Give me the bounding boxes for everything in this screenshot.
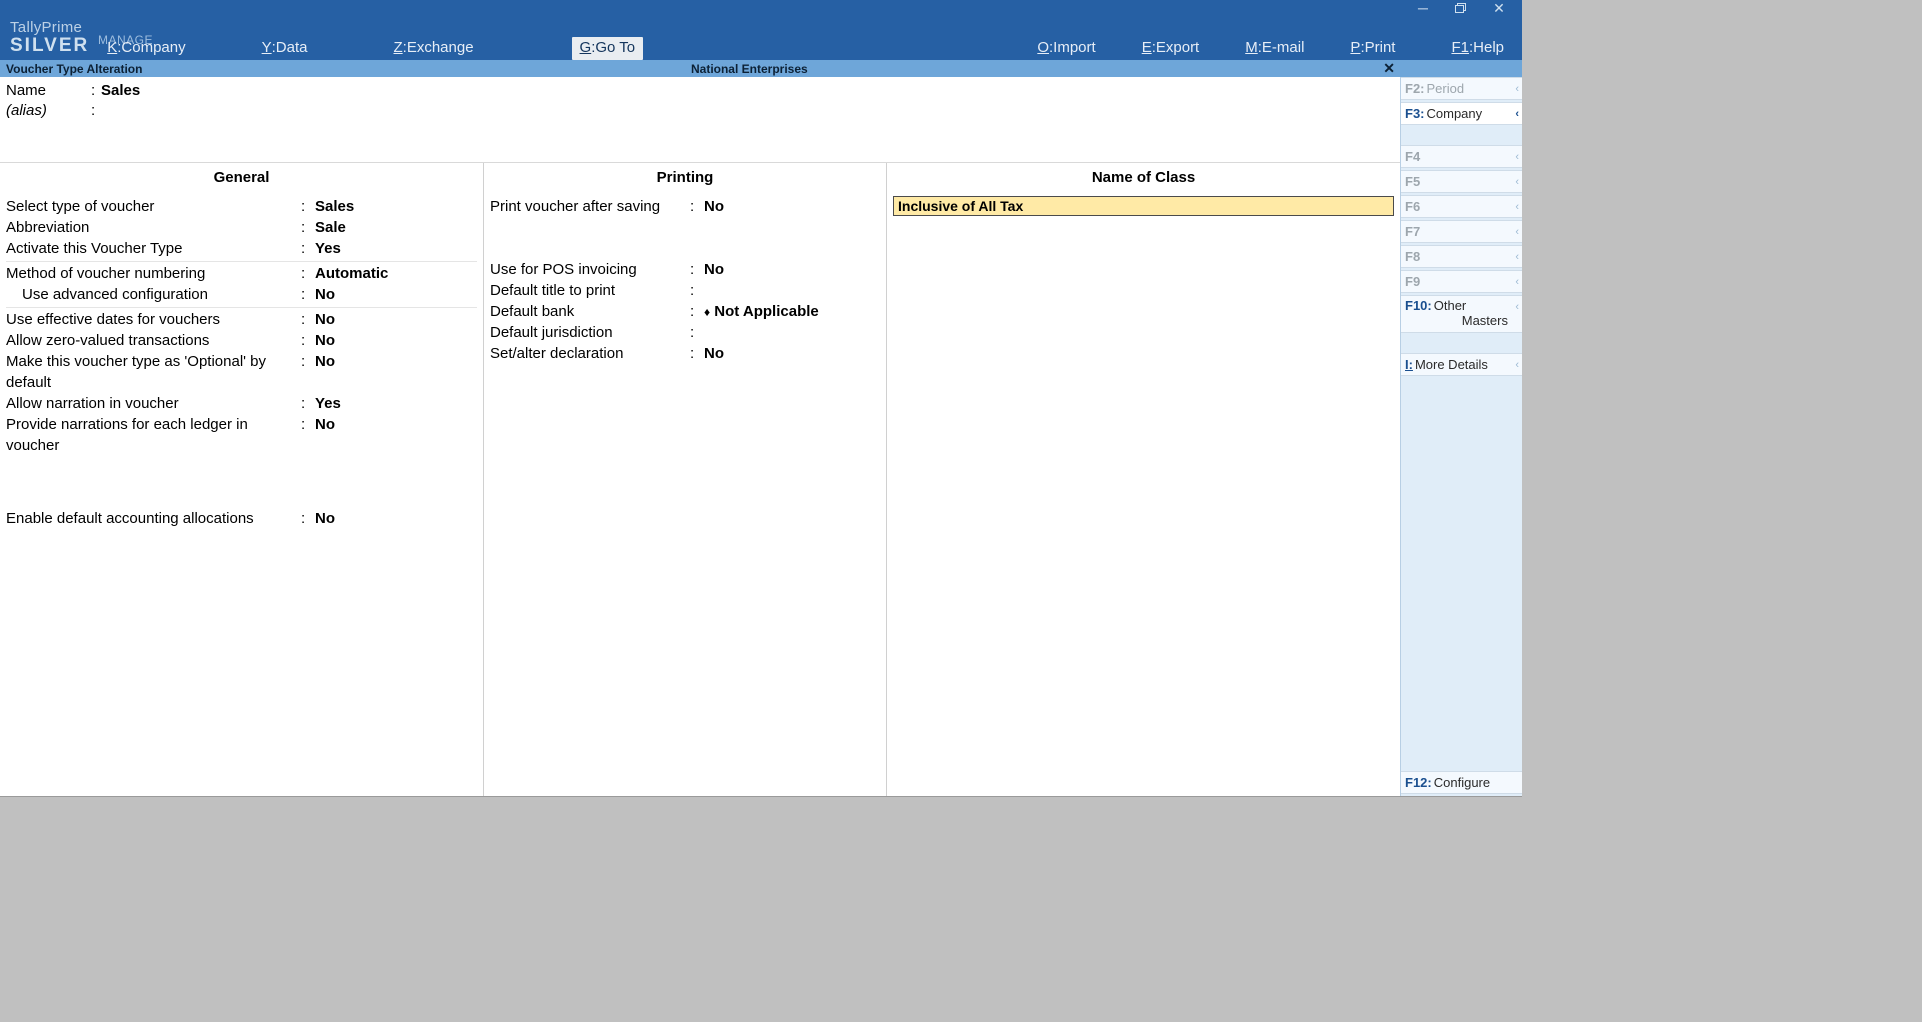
workspace: Name : Sales (alias) : General Select ty… xyxy=(0,77,1522,796)
rp-more-details[interactable]: I: More Details ‹ xyxy=(1401,353,1522,376)
menu-email[interactable]: M:E-mail xyxy=(1237,37,1312,60)
chevron-left-icon: ‹ xyxy=(1515,251,1519,263)
form-columns: General Select type of voucher : Sales A… xyxy=(0,162,1400,797)
rp-f7: F7 ‹ xyxy=(1401,220,1522,243)
close-button[interactable]: ✕ xyxy=(1480,0,1518,16)
close-icon[interactable]: ✕ xyxy=(1380,60,1398,77)
menu-exchange[interactable]: Z:Exchange xyxy=(385,37,481,60)
diamond-icon: ♦ xyxy=(704,305,710,319)
screen-title: Voucher Type Alteration xyxy=(0,62,142,76)
field-default-bank[interactable]: Default bank : ♦ Not Applicable xyxy=(490,301,880,322)
field-set-declaration[interactable]: Set/alter declaration : No xyxy=(490,343,880,364)
chevron-left-icon: ‹ xyxy=(1515,226,1519,238)
field-narration[interactable]: Allow narration in voucher : Yes xyxy=(6,393,477,414)
brand: TallyPrime SILVER xyxy=(0,18,99,58)
printing-column: Printing Print voucher after saving : No… xyxy=(484,163,887,797)
menu-data[interactable]: Y:Data xyxy=(254,37,316,60)
class-heading: Name of Class xyxy=(893,163,1394,196)
chevron-left-icon: ‹ xyxy=(1515,276,1519,288)
menu-goto[interactable]: G:Go To xyxy=(572,37,644,60)
field-narration-each[interactable]: Provide narrations for each ledger in vo… xyxy=(6,414,477,456)
menu-export[interactable]: E:Export xyxy=(1134,37,1208,60)
rp-f8: F8 ‹ xyxy=(1401,245,1522,268)
brand-line1: TallyPrime xyxy=(10,20,89,36)
restore-icon xyxy=(1455,3,1467,14)
rp-f12-configure[interactable]: F12: Configure xyxy=(1401,771,1522,794)
voucher-header: Name : Sales (alias) : xyxy=(0,77,1400,122)
rp-f5: F5 ‹ xyxy=(1401,170,1522,193)
rp-f3-company[interactable]: F3: Company ‹ xyxy=(1401,102,1522,125)
rp-f9: F9 ‹ xyxy=(1401,270,1522,293)
title-bar: ─ ✕ xyxy=(0,0,1522,16)
chevron-left-icon: ‹ xyxy=(1515,108,1519,120)
chevron-left-icon: ‹ xyxy=(1515,151,1519,163)
chevron-left-icon: ‹ xyxy=(1515,201,1519,213)
company-name: National Enterprises xyxy=(691,62,808,76)
field-activate[interactable]: Activate this Voucher Type : Yes xyxy=(6,238,477,262)
brand-line2: SILVER xyxy=(10,36,89,56)
main-menu: K:Company Y:Data Z:Exchange G:Go To O:Im… xyxy=(99,16,1522,60)
field-default-jurisdiction[interactable]: Default jurisdiction : xyxy=(490,322,880,343)
main-area: Name : Sales (alias) : General Select ty… xyxy=(0,77,1400,796)
general-column: General Select type of voucher : Sales A… xyxy=(0,163,484,797)
chevron-left-icon: ‹ xyxy=(1515,83,1519,95)
chevron-left-icon: ‹ xyxy=(1515,359,1519,371)
name-label: Name xyxy=(6,81,91,101)
field-pos[interactable]: Use for POS invoicing : No xyxy=(490,259,880,280)
general-heading: General xyxy=(6,163,477,196)
minimize-button[interactable]: ─ xyxy=(1404,0,1442,16)
field-default-allocations[interactable]: Enable default accounting allocations : … xyxy=(6,508,477,529)
menu-import[interactable]: O:Import xyxy=(1029,37,1103,60)
menu-help[interactable]: F1:Help xyxy=(1443,37,1512,60)
field-zero-valued[interactable]: Allow zero-valued transactions : No xyxy=(6,330,477,351)
field-optional[interactable]: Make this voucher type as 'Optional' by … xyxy=(6,351,477,393)
rp-f4: F4 ‹ xyxy=(1401,145,1522,168)
field-adv-config[interactable]: Use advanced configuration : No xyxy=(6,284,477,308)
context-bar: Voucher Type Alteration National Enterpr… xyxy=(0,60,1522,77)
maximize-button[interactable] xyxy=(1442,0,1480,16)
class-name-input[interactable]: Inclusive of All Tax xyxy=(893,196,1394,216)
field-voucher-type[interactable]: Select type of voucher : Sales xyxy=(6,196,477,217)
printing-heading: Printing xyxy=(490,163,880,196)
field-effective-dates[interactable]: Use effective dates for vouchers : No xyxy=(6,309,477,330)
right-panel: F2: Period ‹ F3: Company ‹ F4 ‹ F5 ‹ F6 … xyxy=(1400,77,1522,796)
menu-company[interactable]: K:Company xyxy=(99,37,193,60)
class-column: Name of Class Inclusive of All Tax xyxy=(887,163,1400,797)
alias-label: (alias) xyxy=(6,101,91,121)
menu-print[interactable]: P:Print xyxy=(1342,37,1403,60)
rp-f10-other-masters[interactable]: F10: Other Masters ‹ xyxy=(1401,295,1522,333)
rp-f2-period: F2: Period ‹ xyxy=(1401,77,1522,100)
field-default-title[interactable]: Default title to print : xyxy=(490,280,880,301)
field-abbreviation[interactable]: Abbreviation : Sale xyxy=(6,217,477,238)
chevron-left-icon: ‹ xyxy=(1515,301,1519,314)
field-print-after-save[interactable]: Print voucher after saving : No xyxy=(490,196,880,217)
rp-f6: F6 ‹ xyxy=(1401,195,1522,218)
app-bar: TallyPrime SILVER MANAGE K:Company Y:Dat… xyxy=(0,16,1522,60)
status-bar xyxy=(0,796,1522,810)
name-value[interactable]: Sales xyxy=(101,81,140,101)
field-numbering[interactable]: Method of voucher numbering : Automatic xyxy=(6,263,477,284)
chevron-left-icon: ‹ xyxy=(1515,176,1519,188)
